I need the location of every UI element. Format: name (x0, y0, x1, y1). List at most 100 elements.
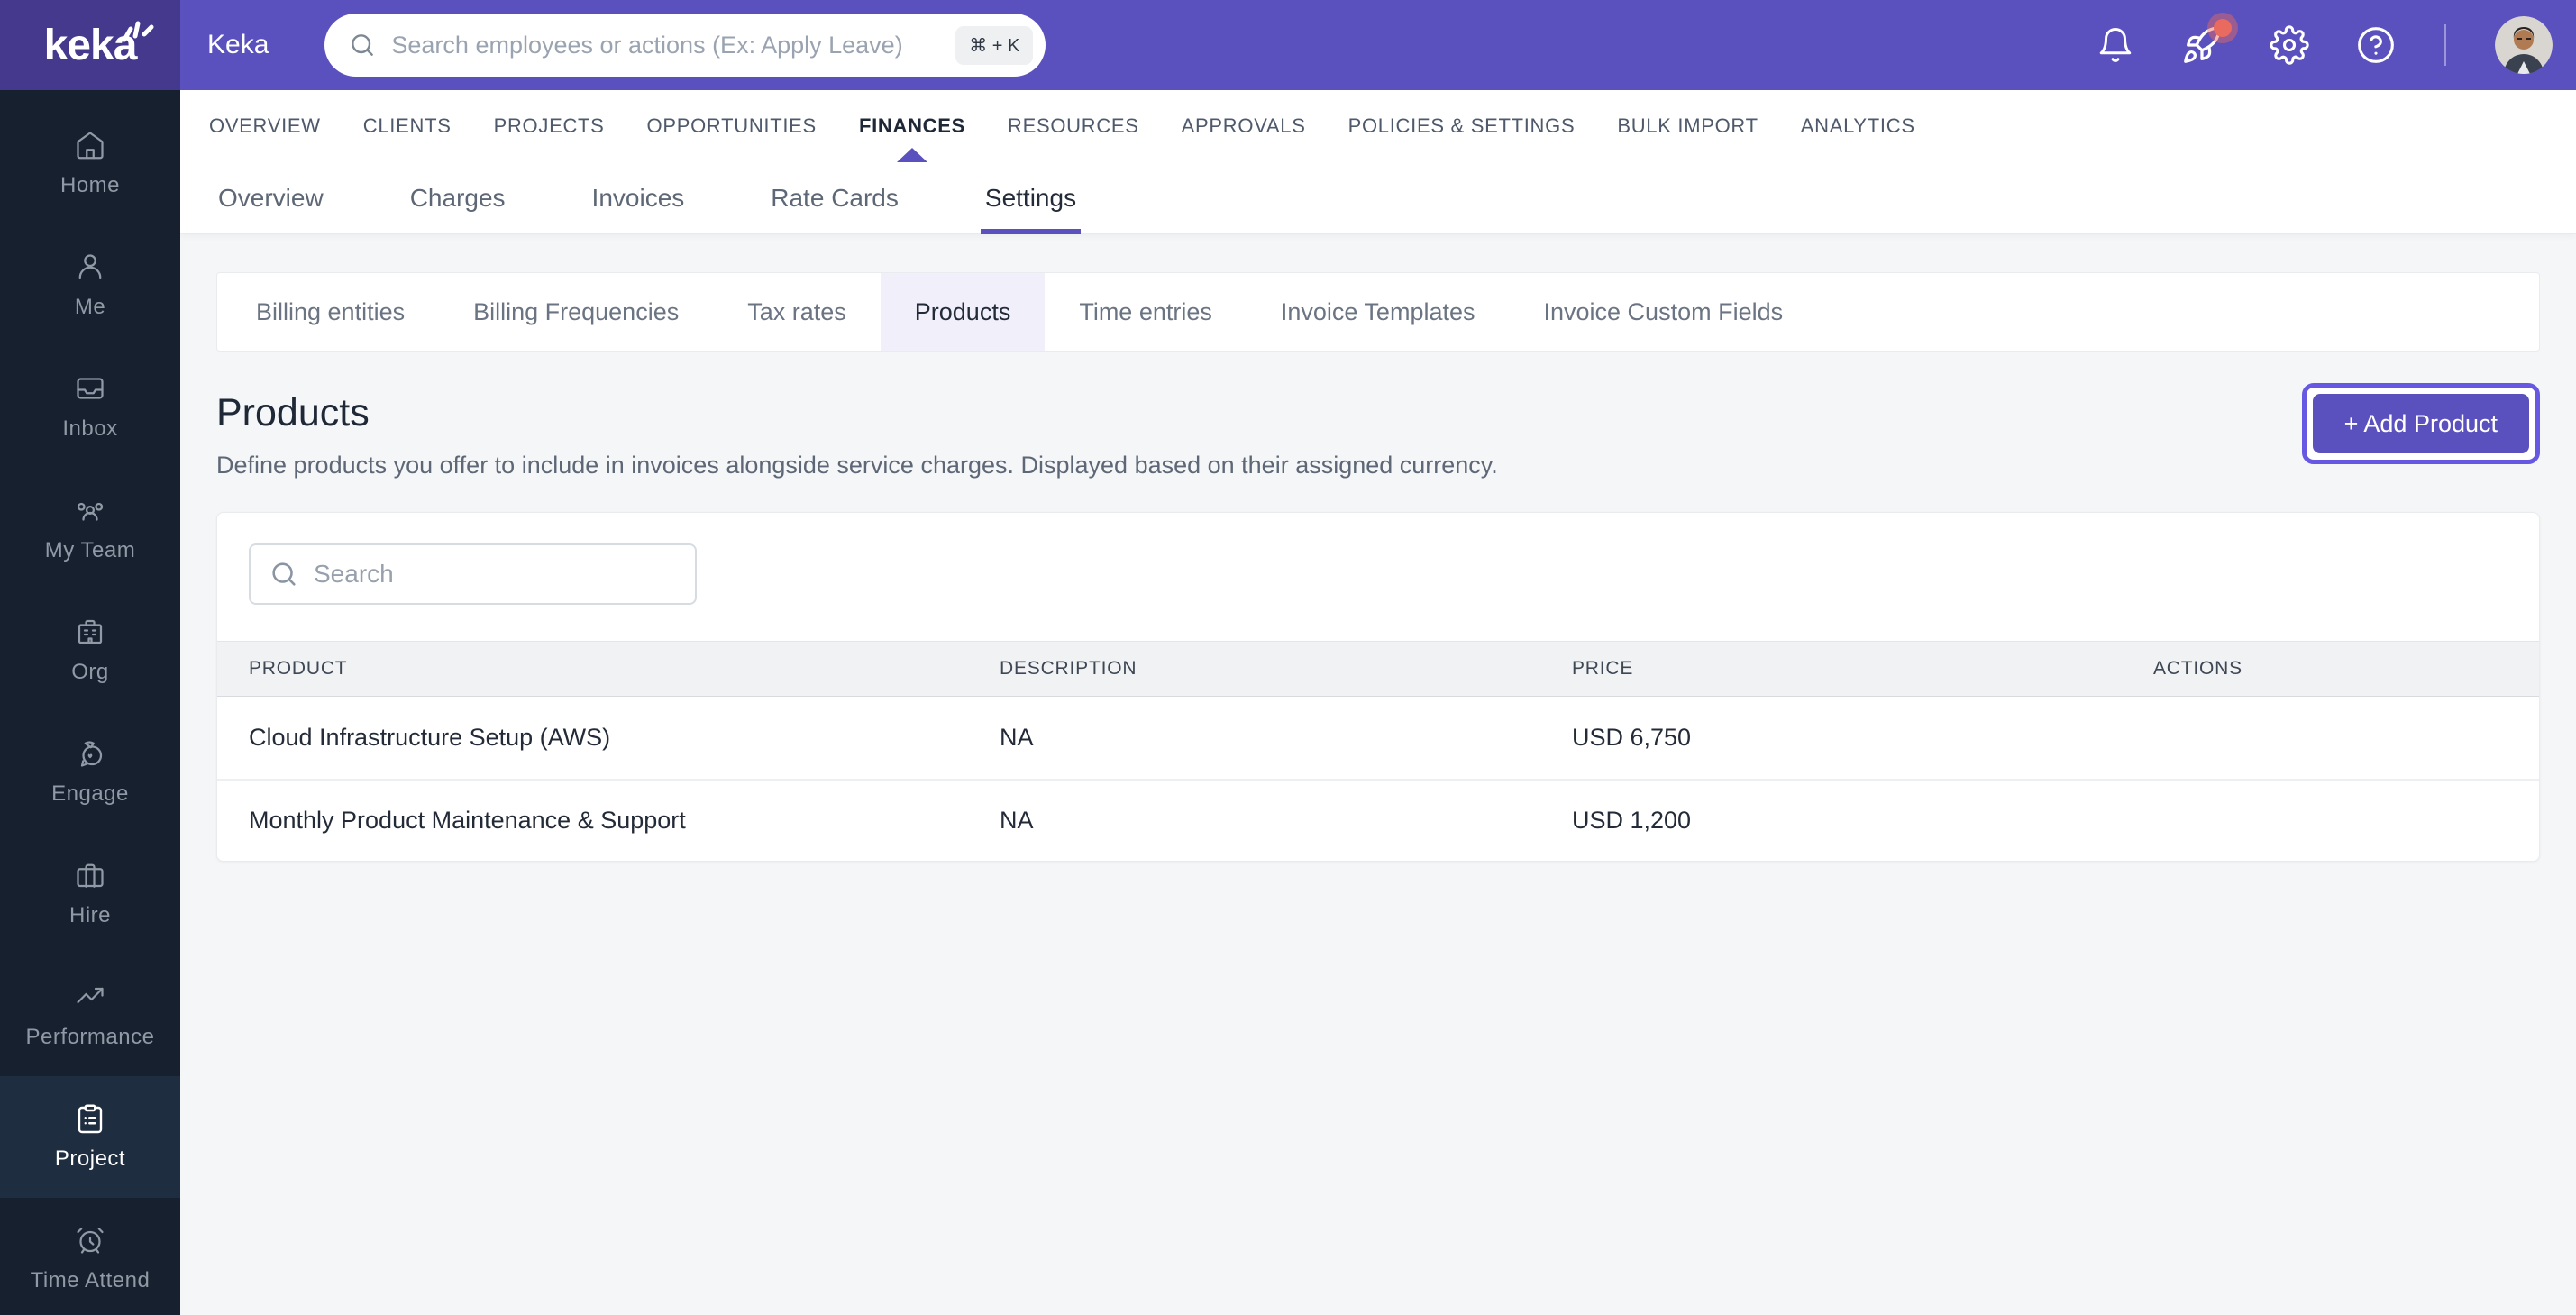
keka-logo[interactable]: keka (0, 0, 180, 90)
search-icon (269, 559, 299, 589)
settings-tab-strip: Billing entities Billing Frequencies Tax… (216, 272, 2540, 352)
cell-description: NA (1000, 807, 1572, 835)
page-head-text: Products Define products you offer to in… (216, 391, 1498, 479)
finances-sub-nav: Overview Charges Invoices Rate Cards Set… (180, 162, 2576, 234)
sidebar-item-label: Me (75, 295, 105, 320)
sidebar-item-label: Inbox (62, 416, 117, 442)
table-row[interactable]: Monthly Product Maintenance & Support NA… (217, 779, 2539, 861)
products-search-input[interactable] (314, 560, 677, 589)
topbar-actions (2096, 0, 2553, 90)
app-window: keka Keka ⌘ + K (0, 0, 2576, 1315)
engage-chat-icon (73, 737, 107, 770)
sidebar-item-label: Org (71, 660, 109, 685)
page-description: Define products you offer to include in … (216, 452, 1498, 479)
tab-projects[interactable]: PROJECTS (494, 90, 605, 162)
column-header-product: PRODUCT (249, 658, 1000, 680)
active-tab-arrow (897, 148, 927, 162)
column-header-description: DESCRIPTION (1000, 658, 1572, 680)
search-icon (348, 31, 377, 59)
cell-product: Monthly Product Maintenance & Support (249, 807, 1000, 835)
settab-products[interactable]: Products (881, 273, 1046, 351)
rocket-icon[interactable] (2181, 24, 2223, 66)
user-icon (74, 251, 106, 283)
subtab-overview[interactable]: Overview (218, 162, 324, 234)
sidebar-item-time-attend[interactable]: Time Attend (0, 1198, 180, 1315)
top-bar: keka Keka ⌘ + K (0, 0, 2576, 90)
subtab-invoices[interactable]: Invoices (592, 162, 685, 234)
tab-bulk-import[interactable]: BULK IMPORT (1617, 90, 1758, 162)
column-header-actions: ACTIONS (2153, 658, 2539, 680)
module-nav: OVERVIEW CLIENTS PROJECTS OPPORTUNITIES … (180, 90, 2576, 162)
home-icon (74, 129, 106, 161)
clipboard-icon (74, 1102, 106, 1135)
tab-resources[interactable]: RESOURCES (1008, 90, 1139, 162)
global-search[interactable]: ⌘ + K (324, 14, 1046, 77)
cell-price: USD 1,200 (1572, 807, 2153, 835)
page-title: Products (216, 391, 1498, 435)
settab-invoice-templates[interactable]: Invoice Templates (1247, 273, 1510, 351)
global-search-input[interactable] (391, 32, 955, 59)
cell-product: Cloud Infrastructure Setup (AWS) (249, 724, 1000, 752)
column-header-price: PRICE (1572, 658, 2153, 680)
tab-policies-settings[interactable]: POLICIES & SETTINGS (1348, 90, 1576, 162)
help-icon[interactable] (2356, 25, 2396, 65)
team-icon (73, 494, 107, 526)
user-avatar[interactable] (2495, 16, 2553, 74)
sidebar-item-label: Time Attend (31, 1268, 151, 1293)
sidebar-item-performance[interactable]: Performance (0, 954, 180, 1076)
products-panel: PRODUCT DESCRIPTION PRICE ACTIONS Cloud … (216, 512, 2540, 862)
sidebar-item-me[interactable]: Me (0, 224, 180, 346)
sidebar-item-label: Engage (51, 781, 129, 807)
notification-dot (2214, 19, 2232, 37)
table-row[interactable]: Cloud Infrastructure Setup (AWS) NA USD … (217, 697, 2539, 779)
briefcase-icon (74, 859, 106, 891)
cell-description: NA (1000, 724, 1572, 752)
bell-icon[interactable] (2096, 26, 2134, 64)
tab-overview[interactable]: OVERVIEW (209, 90, 321, 162)
products-table-header: PRODUCT DESCRIPTION PRICE ACTIONS (217, 641, 2539, 697)
settab-billing-entities[interactable]: Billing entities (222, 273, 439, 351)
add-product-button[interactable]: + Add Product (2313, 394, 2529, 453)
gear-icon[interactable] (2270, 25, 2309, 65)
sidebar-item-engage[interactable]: Engage (0, 711, 180, 833)
subtab-charges[interactable]: Charges (410, 162, 506, 234)
sidebar-item-home[interactable]: Home (0, 103, 180, 224)
tab-finances[interactable]: FINANCES (859, 90, 965, 162)
inbox-icon (74, 372, 106, 405)
logo-spark-icon (119, 13, 155, 43)
sidebar-item-hire[interactable]: Hire (0, 833, 180, 954)
tab-opportunities[interactable]: OPPORTUNITIES (647, 90, 817, 162)
subtab-settings[interactable]: Settings (985, 162, 1076, 234)
sidebar-item-label: Project (55, 1146, 125, 1172)
settab-time-entries[interactable]: Time entries (1045, 273, 1247, 351)
tab-analytics[interactable]: ANALYTICS (1801, 90, 1915, 162)
main-area: OVERVIEW CLIENTS PROJECTS OPPORTUNITIES … (180, 90, 2576, 1315)
settab-invoice-custom-fields[interactable]: Invoice Custom Fields (1510, 273, 1818, 351)
page-head: Products Define products you offer to in… (216, 391, 2540, 479)
shortcut-badge: ⌘ + K (955, 26, 1033, 65)
sidebar-item-my-team[interactable]: My Team (0, 468, 180, 589)
sidebar-item-label: Home (60, 173, 120, 198)
sidebar-item-label: My Team (45, 538, 135, 563)
sidebar-item-org[interactable]: Org (0, 589, 180, 711)
tab-finances-label: FINANCES (859, 114, 965, 138)
sidebar: Home Me Inbox My Team Org Engage Hire P (0, 90, 180, 1315)
cell-price: USD 6,750 (1572, 724, 2153, 752)
sidebar-item-label: Performance (26, 1025, 155, 1050)
sidebar-item-project[interactable]: Project (0, 1076, 180, 1198)
sidebar-item-label: Hire (69, 903, 111, 928)
sidebar-item-inbox[interactable]: Inbox (0, 346, 180, 468)
alarm-clock-icon (74, 1224, 106, 1256)
tab-clients[interactable]: CLIENTS (363, 90, 452, 162)
trending-up-icon (73, 981, 107, 1013)
active-subtab-indicator (981, 229, 1081, 234)
subtab-settings-label: Settings (985, 184, 1076, 213)
settab-billing-frequencies[interactable]: Billing Frequencies (439, 273, 713, 351)
topbar-divider (2444, 24, 2446, 66)
app-title: Keka (207, 30, 269, 60)
settab-tax-rates[interactable]: Tax rates (713, 273, 881, 351)
products-search[interactable] (249, 543, 697, 605)
subtab-rate-cards[interactable]: Rate Cards (771, 162, 899, 234)
org-building-icon (74, 616, 106, 648)
tab-approvals[interactable]: APPROVALS (1182, 90, 1306, 162)
